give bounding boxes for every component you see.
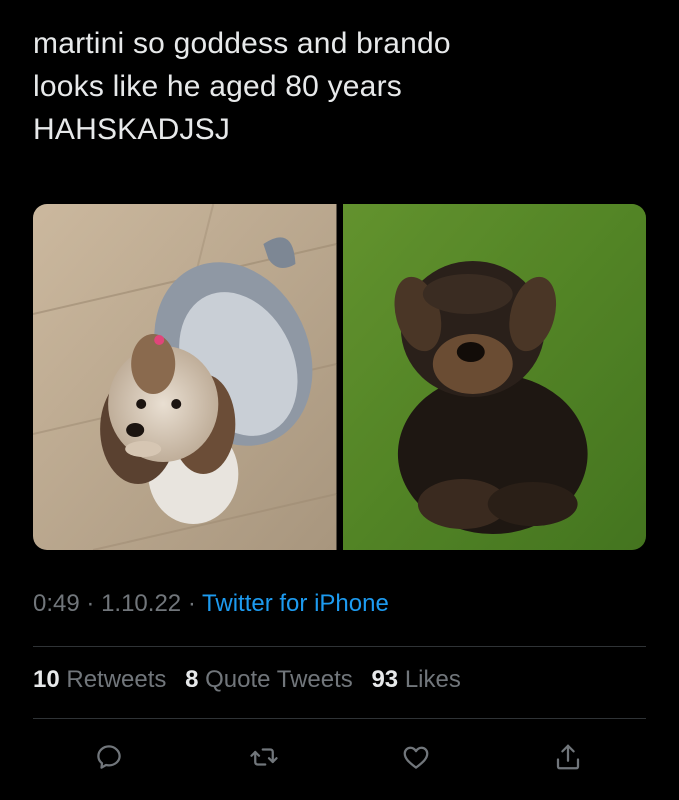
tweet-meta: 0:49 · 1.10.22 · Twitter for iPhone [33, 590, 389, 618]
like-button[interactable] [396, 737, 436, 777]
divider [33, 718, 646, 719]
quote-tweets-label: Quote Tweets [205, 666, 353, 693]
action-bar [0, 737, 679, 781]
quote-tweets-count: 8 [185, 666, 199, 693]
reply-icon [97, 745, 121, 769]
retweet-icon [250, 748, 278, 766]
likes-label: Likes [404, 666, 461, 693]
retweets-stat[interactable]: 10 Retweets [33, 666, 166, 693]
quote-tweets-stat[interactable]: 8 Quote Tweets [185, 666, 353, 693]
tweet-text: martini so goddess and brando looks like… [33, 27, 451, 146]
share-icon [556, 744, 580, 770]
dog-photo-brando [342, 204, 646, 550]
photo-right[interactable] [342, 204, 646, 550]
divider [33, 646, 646, 647]
retweet-button[interactable] [244, 737, 284, 777]
likes-count: 93 [371, 666, 399, 693]
reply-button[interactable] [89, 737, 129, 777]
tweet-date: 1.10.22 [101, 590, 182, 617]
likes-stat[interactable]: 93 Likes [371, 666, 460, 693]
retweets-label: Retweets [66, 666, 167, 693]
dog-photo-martini [33, 204, 337, 550]
retweets-count: 10 [33, 666, 60, 693]
share-button[interactable] [548, 737, 588, 777]
meta-separator: · [187, 590, 196, 617]
tweet-stats: 10 Retweets 8 Quote Tweets 93 Likes [33, 666, 473, 694]
tweet-source-link[interactable]: Twitter for iPhone [202, 590, 389, 617]
like-icon [403, 746, 429, 769]
meta-separator: · [86, 590, 95, 617]
tweet-time: 0:49 [33, 590, 80, 617]
media-grid [33, 204, 646, 550]
photo-left[interactable] [33, 204, 337, 550]
